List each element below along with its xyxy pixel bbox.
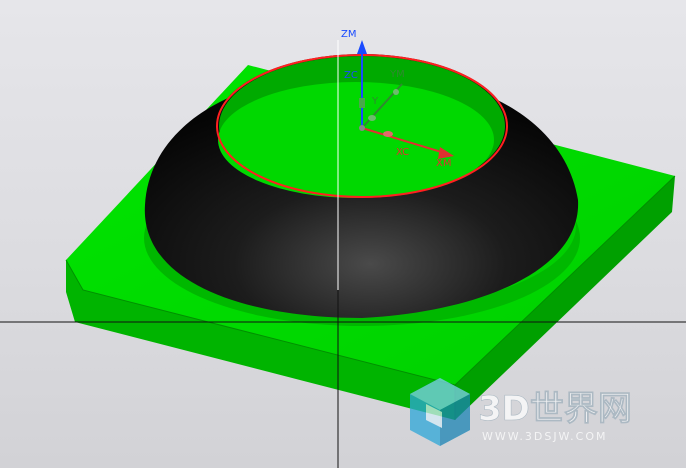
axis-label-zm: ZM: [341, 29, 356, 40]
axis-label-xm: XM: [436, 158, 451, 169]
axis-label-y: Y: [371, 96, 379, 107]
3d-viewport[interactable]: ZM ZC YM Y XC XM 3D世界网 WWW.3DSJW.COM: [0, 0, 686, 468]
axis-label-zc: ZC: [344, 70, 358, 81]
watermark-title: 3D世界网: [478, 389, 632, 429]
axis-label-xc: XC: [396, 147, 409, 158]
model-scene: ZM ZC YM Y XC XM 3D世界网 WWW.3DSJW.COM: [0, 29, 686, 468]
watermark-url: WWW.3DSJW.COM: [482, 430, 608, 443]
axis-label-ym: YM: [389, 69, 405, 80]
watermark: 3D世界网 WWW.3DSJW.COM: [410, 378, 632, 446]
